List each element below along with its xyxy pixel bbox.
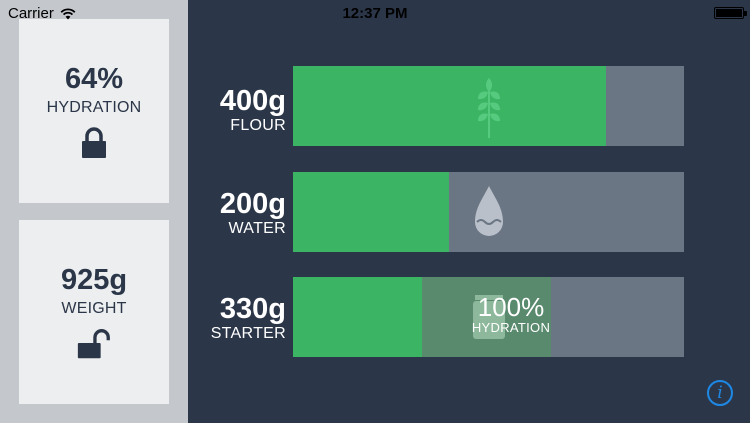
starter-bar-fill — [293, 277, 423, 357]
water-amount: 200g — [219, 188, 286, 220]
unlock-icon[interactable] — [75, 328, 113, 360]
flour-bar[interactable] — [293, 66, 684, 146]
wheat-icon — [478, 78, 500, 138]
weight-value: 925g — [60, 264, 128, 296]
info-button[interactable]: i — [707, 380, 733, 406]
app-screen: Carrier 12:37 PM 64% HYDRATION 925g WEIG… — [0, 0, 750, 423]
weight-card[interactable]: 925g WEIGHT — [19, 220, 169, 404]
starter-hydration-label: HYDRATION — [471, 320, 551, 335]
flour-amount: 400g — [219, 85, 286, 117]
starter-bar[interactable]: 100% HYDRATION — [293, 277, 684, 357]
flour-name: FLOUR — [230, 117, 286, 134]
status-time: 12:37 PM — [342, 5, 408, 22]
info-icon: i — [717, 383, 723, 403]
left-panel: 64% HYDRATION 925g WEIGHT — [0, 0, 188, 423]
lock-icon[interactable] — [79, 127, 109, 159]
status-bar: Carrier 12:37 PM — [0, 0, 750, 28]
weight-label: WEIGHT — [61, 300, 127, 317]
battery-icon — [714, 7, 747, 19]
water-name: WATER — [228, 220, 286, 237]
water-bar-fill — [293, 172, 450, 252]
flour-row-label: 400g FLOUR — [200, 85, 286, 135]
hydration-card[interactable]: 64% HYDRATION — [19, 19, 169, 203]
starter-name: STARTER — [210, 325, 286, 342]
starter-hydration-value: 100% — [477, 292, 545, 322]
flour-bar-fill — [293, 66, 606, 146]
starter-row-label: 330g STARTER — [200, 293, 286, 343]
water-row-label: 200g WATER — [200, 188, 286, 238]
hydration-label: HYDRATION — [46, 99, 142, 116]
water-drop-icon — [475, 186, 503, 236]
starter-hydration-tag: 100% HYDRATION — [471, 293, 551, 335]
water-bar[interactable] — [293, 172, 684, 252]
hydration-value: 64% — [64, 63, 124, 95]
starter-amount: 330g — [219, 293, 286, 325]
